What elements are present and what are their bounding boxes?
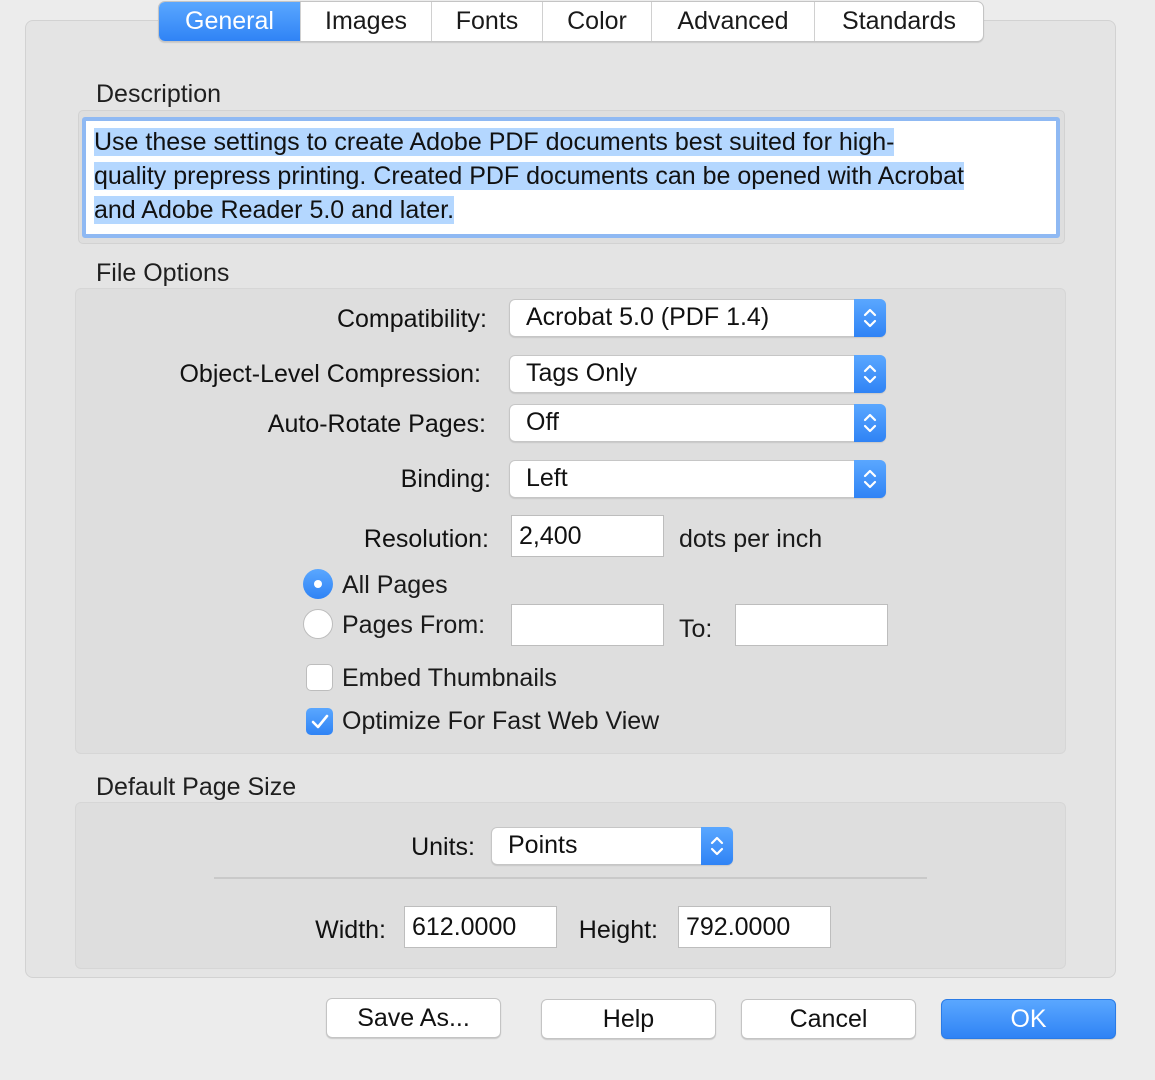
description-line-3: and Adobe Reader 5.0 and later. — [94, 196, 455, 224]
resolution-unit: dots per inch — [679, 525, 823, 553]
binding-label: Binding: — [400, 465, 491, 493]
pages-from-radio[interactable] — [303, 609, 333, 639]
description-line-1: Use these settings to create Adobe PDF d… — [94, 128, 895, 156]
page-size-heading: Default Page Size — [96, 773, 297, 801]
tab-fonts[interactable]: Fonts — [432, 2, 543, 41]
pages-to-label: To: — [679, 615, 713, 643]
tab-color[interactable]: Color — [543, 2, 652, 41]
pages-from-input[interactable] — [511, 604, 664, 646]
tab-standards[interactable]: Standards — [815, 2, 983, 41]
pages-from-label[interactable]: Pages From: — [342, 611, 485, 640]
fast-web-view-checkbox[interactable] — [306, 708, 333, 735]
resolution-label: Resolution: — [363, 525, 489, 553]
cancel-button[interactable]: Cancel — [741, 999, 916, 1039]
separator — [214, 877, 927, 879]
resolution-input[interactable]: 2,400 — [511, 515, 664, 557]
compression-value: Tags Only — [526, 359, 638, 387]
embed-thumbnails-checkbox[interactable] — [306, 664, 333, 691]
height-label: Height: — [578, 916, 658, 944]
all-pages-label[interactable]: All Pages — [342, 571, 448, 600]
tab-images[interactable]: Images — [301, 2, 432, 41]
tab-general[interactable]: General — [159, 2, 301, 41]
tab-advanced[interactable]: Advanced — [652, 2, 815, 41]
up-down-arrows-icon — [854, 460, 886, 498]
auto-rotate-label: Auto-Rotate Pages: — [267, 410, 486, 438]
compression-label: Object-Level Compression: — [179, 360, 481, 388]
checkmark-icon — [311, 714, 328, 728]
help-button[interactable]: Help — [541, 999, 716, 1039]
units-label: Units: — [411, 833, 475, 861]
ok-button[interactable]: OK — [941, 999, 1116, 1039]
save-as-button[interactable]: Save As... — [326, 998, 501, 1038]
width-label: Width: — [315, 916, 386, 944]
up-down-arrows-icon — [854, 355, 886, 393]
auto-rotate-value: Off — [526, 408, 559, 436]
height-input[interactable]: 792.0000 — [678, 906, 831, 948]
units-value: Points — [508, 831, 578, 859]
binding-value: Left — [526, 464, 568, 492]
up-down-arrows-icon — [701, 827, 733, 865]
up-down-arrows-icon — [854, 299, 886, 337]
units-select[interactable]: Points — [491, 827, 733, 865]
compatibility-label: Compatibility: — [336, 305, 487, 333]
all-pages-radio[interactable] — [303, 569, 333, 599]
up-down-arrows-icon — [854, 404, 886, 442]
compatibility-select[interactable]: Acrobat 5.0 (PDF 1.4) — [509, 299, 886, 337]
description-heading: Description — [96, 80, 222, 108]
compression-select[interactable]: Tags Only — [509, 355, 886, 393]
description-text: Use these settings to create Adobe PDF d… — [94, 125, 1050, 227]
tab-bar: General Images Fonts Color Advanced Stan… — [158, 1, 984, 42]
description-line-2: quality prepress printing. Created PDF d… — [94, 162, 964, 190]
file-options-heading: File Options — [96, 259, 230, 287]
description-textarea[interactable]: Use these settings to create Adobe PDF d… — [82, 117, 1060, 238]
fast-web-view-label[interactable]: Optimize For Fast Web View — [342, 707, 659, 736]
pages-to-input[interactable] — [735, 604, 888, 646]
binding-select[interactable]: Left — [509, 460, 886, 498]
compatibility-value: Acrobat 5.0 (PDF 1.4) — [526, 303, 770, 331]
embed-thumbnails-label[interactable]: Embed Thumbnails — [342, 664, 557, 693]
width-input[interactable]: 612.0000 — [404, 906, 557, 948]
auto-rotate-select[interactable]: Off — [509, 404, 886, 442]
